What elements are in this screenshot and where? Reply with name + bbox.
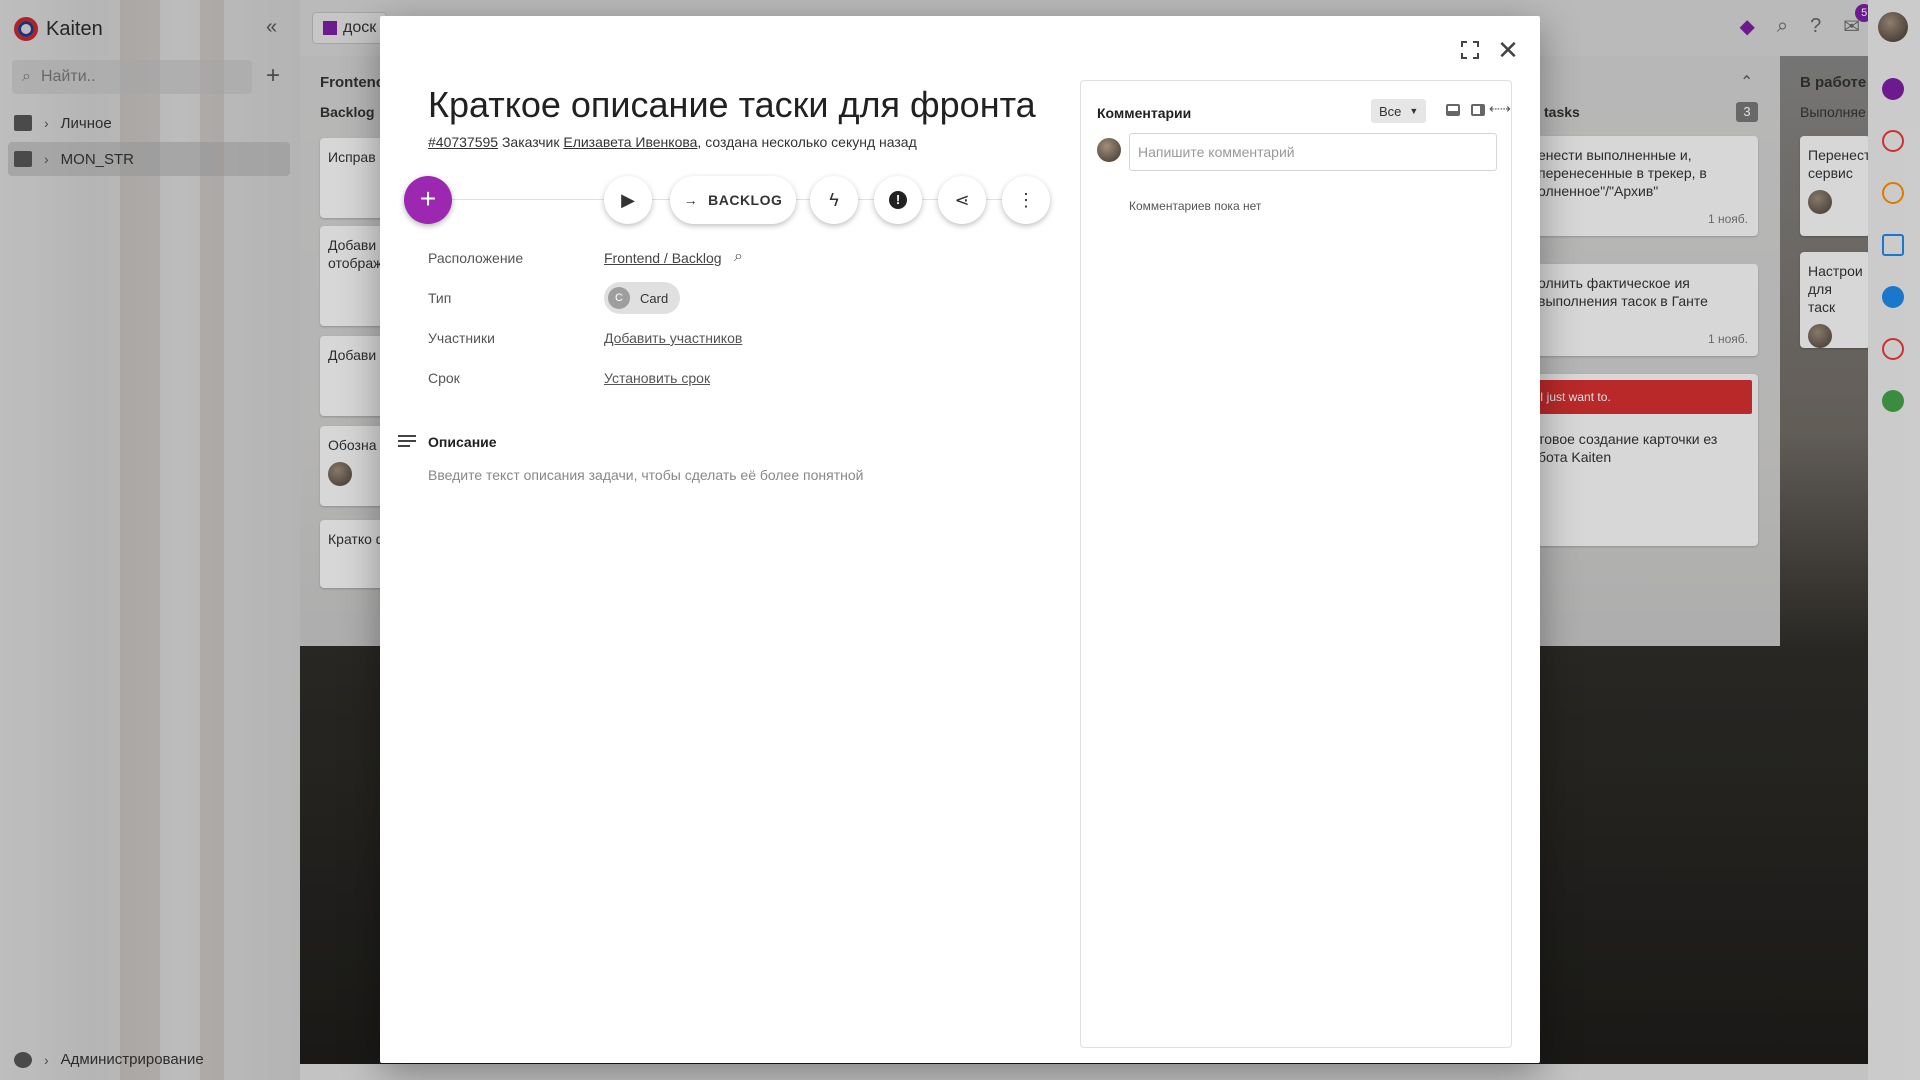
comments-title: Комментарии xyxy=(1097,105,1192,121)
alert-icon: ! xyxy=(889,191,907,209)
comments-filter-dropdown[interactable]: Все ▼ xyxy=(1371,99,1427,123)
play-icon: ▶ xyxy=(621,189,635,210)
no-comments-text: Комментариев пока нет xyxy=(1129,199,1262,213)
created-text: , создана несколько секунд назад xyxy=(697,134,917,150)
share-button[interactable]: ⋖ xyxy=(938,176,986,224)
card-meta: #40737595 Заказчик Елизавета Ивенкова, с… xyxy=(428,134,917,150)
automation-button[interactable]: ϟ xyxy=(810,176,858,224)
type-value: Card xyxy=(640,290,669,306)
customer-link[interactable]: Елизавета Ивенкова xyxy=(563,134,697,150)
more-button[interactable]: ⋮ xyxy=(1002,176,1050,224)
fullscreen-icon[interactable] xyxy=(1458,38,1482,62)
block-button[interactable]: ! xyxy=(874,176,922,224)
deadline-label: Срок xyxy=(428,370,460,386)
comment-input[interactable] xyxy=(1129,133,1497,171)
avatar xyxy=(1097,138,1121,162)
layout-bottom-icon[interactable] xyxy=(1446,104,1460,116)
description-heading: Описание xyxy=(428,434,497,450)
expand-width-icon[interactable]: ⇠⇢ xyxy=(1489,101,1511,117)
description-icon xyxy=(398,435,416,447)
customer-label: Заказчик xyxy=(501,134,560,150)
share-icon: ⋖ xyxy=(954,189,970,210)
caret-down-icon: ▼ xyxy=(1409,106,1419,116)
card-id-link[interactable]: #40737595 xyxy=(428,134,498,150)
layout-side-icon[interactable] xyxy=(1471,104,1485,116)
members-label: Участники xyxy=(428,330,495,346)
card-modal: ✕ Краткое описание таски для фронта #407… xyxy=(380,16,1540,1063)
type-label: Тип xyxy=(428,290,452,306)
flash-icon: ϟ xyxy=(829,189,839,210)
close-icon[interactable]: ✕ xyxy=(1494,36,1522,64)
comments-panel: Комментарии Все ▼ ⇠⇢ Комментариев пока н… xyxy=(1080,80,1512,1048)
more-vert-icon: ⋮ xyxy=(1017,189,1035,210)
move-card-button[interactable]: → BACKLOG xyxy=(670,176,796,224)
type-initial: C xyxy=(608,287,630,309)
card-title[interactable]: Краткое описание таски для фронта xyxy=(428,84,1036,126)
move-card-label: BACKLOG xyxy=(708,192,783,208)
comments-filter-value: Все xyxy=(1379,103,1402,119)
start-timer-button[interactable]: ▶ xyxy=(604,176,652,224)
search-icon[interactable]: ⌕ xyxy=(734,248,743,266)
add-button[interactable]: + xyxy=(404,176,452,224)
description-placeholder[interactable]: Введите текст описания задачи, чтобы сде… xyxy=(428,467,863,483)
set-deadline-link[interactable]: Установить срок xyxy=(604,370,710,386)
location-label: Расположение xyxy=(428,250,524,266)
location-link[interactable]: Frontend / Backlog xyxy=(604,250,722,266)
add-members-link[interactable]: Добавить участников xyxy=(604,330,742,346)
type-chip[interactable]: C Card xyxy=(604,282,681,314)
arrow-right-icon: → xyxy=(683,192,699,208)
